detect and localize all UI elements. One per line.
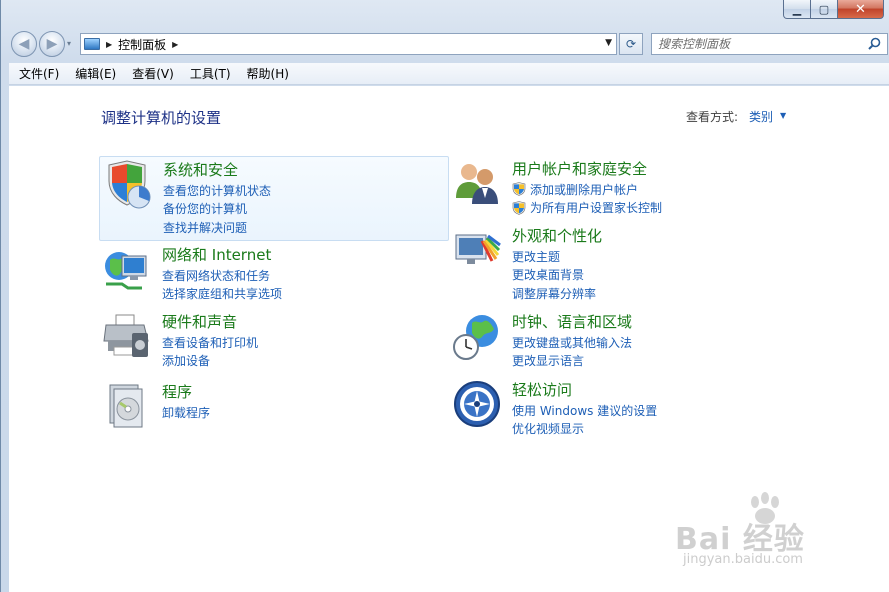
refresh-button[interactable]: ⟳ [619,33,643,55]
view-by-dropdown[interactable]: 类别 [749,108,773,125]
link-change-theme[interactable]: 更改主题 [512,247,596,266]
category-title[interactable]: 轻松访问 [512,379,572,400]
forward-button[interactable]: ▶ [39,31,65,57]
category-title[interactable]: 硬件和声音 [162,311,237,332]
category-links: 卸载程序 [162,403,210,422]
category-title[interactable]: 网络和 Internet [162,244,271,265]
content-pane: 调整计算机的设置 查看方式: 类别 ▼ 系统和安全 查看您的计算机状态 备份您的… [9,86,889,592]
category-title[interactable]: 程序 [162,381,192,402]
appearance-icon [452,225,502,275]
link-add-remove-users[interactable]: 添加或删除用户帐户 [512,180,662,199]
link-add-device[interactable]: 添加设备 [162,352,258,371]
window-frame: ▁ ▢ ✕ ◀ ▶ ▾ ▶ 控制面板 ▶ ▼ ⟳ 文件(F) [0,0,889,592]
menu-bar: 文件(F) 编辑(E) 查看(V) 工具(T) 帮助(H) [9,63,889,85]
category-hardware-sound[interactable]: 硬件和声音 查看设备和打印机 添加设备 [99,309,449,369]
uac-shield-icon [512,182,526,197]
category-clock-language[interactable]: 时钟、语言和区域 更改键盘或其他输入法 更改显示语言 [449,309,799,369]
category-links: 查看您的计算机状态 备份您的计算机 查找并解决问题 [163,181,271,237]
category-title[interactable]: 系统和安全 [163,159,238,180]
link-adjust-resolution[interactable]: 调整屏幕分辨率 [512,284,596,303]
link-find-fix-problems[interactable]: 查找并解决问题 [163,218,271,237]
ease-of-access-icon [452,379,502,429]
link-windows-recommended-settings[interactable]: 使用 Windows 建议的设置 [512,401,657,420]
baidu-watermark: Bai 经验 jingyan.baidu.com [675,492,855,572]
menu-file[interactable]: 文件(F) [9,65,67,82]
link-parental-controls[interactable]: 为所有用户设置家长控制 [512,199,662,218]
category-title[interactable]: 外观和个性化 [512,225,602,246]
search-input[interactable] [658,37,868,51]
link-label[interactable]: 为所有用户设置家长控制 [530,199,662,216]
breadcrumb-arrow-icon[interactable]: ▶ [106,40,112,49]
navigation-bar: ◀ ▶ ▾ ▶ 控制面板 ▶ ▼ ⟳ [1,28,889,60]
menu-edit[interactable]: 编辑(E) [67,65,124,82]
menu-help[interactable]: 帮助(H) [239,65,297,82]
link-uninstall-program[interactable]: 卸载程序 [162,403,210,422]
menu-tools[interactable]: 工具(T) [182,65,239,82]
link-backup-computer[interactable]: 备份您的计算机 [163,200,271,219]
link-label[interactable]: 添加或删除用户帐户 [530,181,638,198]
link-change-keyboard[interactable]: 更改键盘或其他输入法 [512,333,632,352]
uac-shield-icon [512,200,526,215]
category-title[interactable]: 时钟、语言和区域 [512,311,632,332]
page-title: 调整计算机的设置 [101,109,222,127]
category-title[interactable]: 用户帐户和家庭安全 [512,158,647,179]
menu-view[interactable]: 查看(V) [124,65,182,82]
link-change-display-language[interactable]: 更改显示语言 [512,352,632,371]
view-by-caret-icon[interactable]: ▼ [780,111,786,120]
close-button[interactable]: ✕ [838,0,884,19]
category-links: 使用 Windows 建议的设置 优化视频显示 [512,401,657,438]
system-security-icon [103,159,153,209]
address-dropdown-icon[interactable]: ▼ [605,38,612,48]
category-links: 查看网络状态和任务 选择家庭组和共享选项 [162,266,282,303]
recent-pages-dropdown[interactable]: ▾ [67,39,71,48]
category-links: 更改主题 更改桌面背景 调整屏幕分辨率 [512,247,596,303]
back-button[interactable]: ◀ [11,31,37,57]
category-system-security[interactable]: 系统和安全 查看您的计算机状态 备份您的计算机 查找并解决问题 [99,156,449,241]
link-homegroup-sharing[interactable]: 选择家庭组和共享选项 [162,285,282,304]
title-bar: ▁ ▢ ✕ [1,0,889,26]
category-links: 添加或删除用户帐户 为所有用户设置家长控制 [512,180,662,217]
category-ease-of-access[interactable]: 轻松访问 使用 Windows 建议的设置 优化视频显示 [449,377,799,437]
caption-buttons: ▁ ▢ ✕ [783,0,884,19]
category-programs[interactable]: 程序 卸载程序 [99,379,449,429]
watermark-url: jingyan.baidu.com [683,552,803,567]
hardware-sound-icon [102,311,152,361]
breadcrumb-control-panel[interactable]: 控制面板 [118,36,166,53]
maximize-button[interactable]: ▢ [811,0,838,19]
view-by-label: 查看方式: [686,110,739,124]
link-view-computer-status[interactable]: 查看您的计算机状态 [163,181,271,200]
control-panel-icon [84,38,100,50]
link-optimize-visual-display[interactable]: 优化视频显示 [512,420,657,439]
network-icon [102,244,152,294]
programs-icon [102,381,152,431]
minimize-button[interactable]: ▁ [783,0,811,19]
category-links: 查看设备和打印机 添加设备 [162,333,258,370]
clock-language-icon [452,311,502,361]
category-user-accounts[interactable]: 用户帐户和家庭安全 添加或删除用户帐户 为所有用户设置家长控制 [449,156,799,216]
category-network-internet[interactable]: 网络和 Internet 查看网络状态和任务 选择家庭组和共享选项 [99,242,449,302]
user-accounts-icon [452,158,502,208]
link-network-status[interactable]: 查看网络状态和任务 [162,266,282,285]
address-bar[interactable]: ▶ 控制面板 ▶ ▼ [80,33,617,55]
link-devices-printers[interactable]: 查看设备和打印机 [162,333,258,352]
breadcrumb-trail-arrow-icon[interactable]: ▶ [172,40,178,49]
search-box[interactable] [651,33,888,55]
category-links: 更改键盘或其他输入法 更改显示语言 [512,333,632,370]
link-change-background[interactable]: 更改桌面背景 [512,266,596,285]
search-icon[interactable] [868,37,881,54]
category-appearance[interactable]: 外观和个性化 更改主题 更改桌面背景 调整屏幕分辨率 [449,223,799,301]
